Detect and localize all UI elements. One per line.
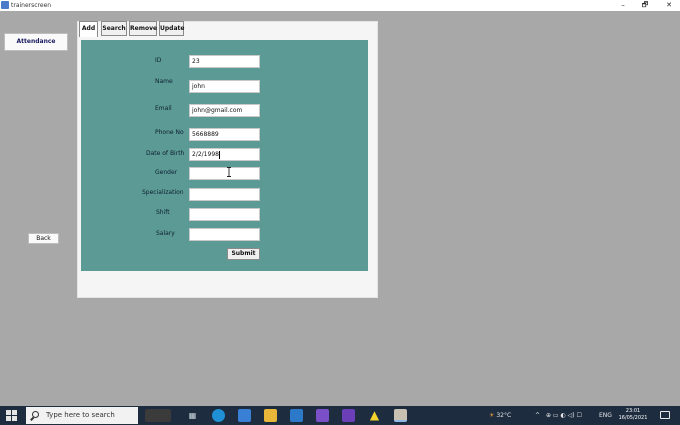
app-icon xyxy=(1,1,9,9)
search-placeholder: Type here to search xyxy=(46,411,115,419)
visual-studio-icon[interactable] xyxy=(342,409,355,422)
specialization-field[interactable] xyxy=(189,188,260,201)
active-app-icon[interactable] xyxy=(394,409,407,422)
show-hidden-icons-icon[interactable]: ^ xyxy=(535,406,540,425)
taskbar-search[interactable]: Type here to search xyxy=(26,407,138,424)
maximize-button[interactable]: 🗗 xyxy=(636,0,654,11)
shift-field[interactable] xyxy=(189,208,260,221)
edge-icon[interactable] xyxy=(212,409,225,422)
file-explorer-icon[interactable] xyxy=(264,409,277,422)
clock-time: 23:01 xyxy=(625,408,641,414)
weather-icon: ☀ xyxy=(489,412,495,419)
gender-field[interactable] xyxy=(189,167,260,180)
cortana-icon[interactable] xyxy=(145,409,171,422)
taskbar: Type here to search ▦ ▲ ☀ 32°C ^ ⊕ ▭ ◐ ◁… xyxy=(0,406,680,425)
phone-field[interactable]: 5668889 xyxy=(189,128,260,141)
submit-button[interactable]: Submit xyxy=(227,248,260,260)
windows-start-icon[interactable] xyxy=(6,410,17,421)
tab-update[interactable]: Update xyxy=(159,21,184,36)
dob-field[interactable]: 2/2/1998 xyxy=(189,148,260,161)
system-tray-icons[interactable]: ⊕ ▭ ◐ ◁) ☐ xyxy=(546,406,582,425)
title-bar: trainerscreen – 🗗 ✕ xyxy=(0,0,680,11)
store-icon[interactable] xyxy=(238,409,251,422)
gender-label: Gender xyxy=(155,169,178,176)
tab-search[interactable]: Search xyxy=(101,21,127,36)
tab-remove[interactable]: Remove xyxy=(129,21,157,36)
back-button[interactable]: Back xyxy=(28,233,59,244)
id-label: ID xyxy=(155,57,162,64)
text-caret xyxy=(218,150,220,159)
task-view-icon[interactable]: ▦ xyxy=(186,409,199,422)
attendance-button[interactable]: Attendance xyxy=(4,33,68,51)
dob-value: 2/2/1998 xyxy=(192,151,219,158)
email-field[interactable]: john@gmail.com xyxy=(189,104,260,117)
phone-label: Phone No xyxy=(155,129,184,136)
visual-studio-code-icon[interactable] xyxy=(316,409,329,422)
weather-temperature: 32°C xyxy=(496,412,512,419)
tab-add[interactable]: Add xyxy=(79,21,98,37)
salary-label: Salary xyxy=(156,230,175,237)
shift-label: Shift xyxy=(156,209,170,216)
clock-date: 16/05/2021 xyxy=(618,415,648,421)
name-field[interactable]: john xyxy=(189,80,260,93)
notification-center-icon[interactable] xyxy=(660,411,670,419)
dob-label: Date of Birth xyxy=(146,150,185,157)
clock[interactable]: 23:01 16/05/2021 xyxy=(612,408,654,422)
specialization-label: Specialization xyxy=(142,189,184,196)
weather-widget[interactable]: ☀ 32°C xyxy=(489,406,511,425)
language-indicator[interactable]: ENG xyxy=(599,406,612,425)
id-field[interactable]: 23 xyxy=(189,55,260,68)
ibeam-cursor-icon xyxy=(227,167,231,177)
minimize-button[interactable]: – xyxy=(614,0,632,11)
mail-icon[interactable] xyxy=(290,409,303,422)
salary-field[interactable] xyxy=(189,228,260,241)
email-label: Email xyxy=(155,105,172,112)
search-icon xyxy=(32,411,39,418)
name-label: Name xyxy=(155,78,173,85)
window-title: trainerscreen xyxy=(11,2,52,9)
close-button[interactable]: ✕ xyxy=(660,0,678,11)
warning-app-icon[interactable]: ▲ xyxy=(368,409,381,422)
